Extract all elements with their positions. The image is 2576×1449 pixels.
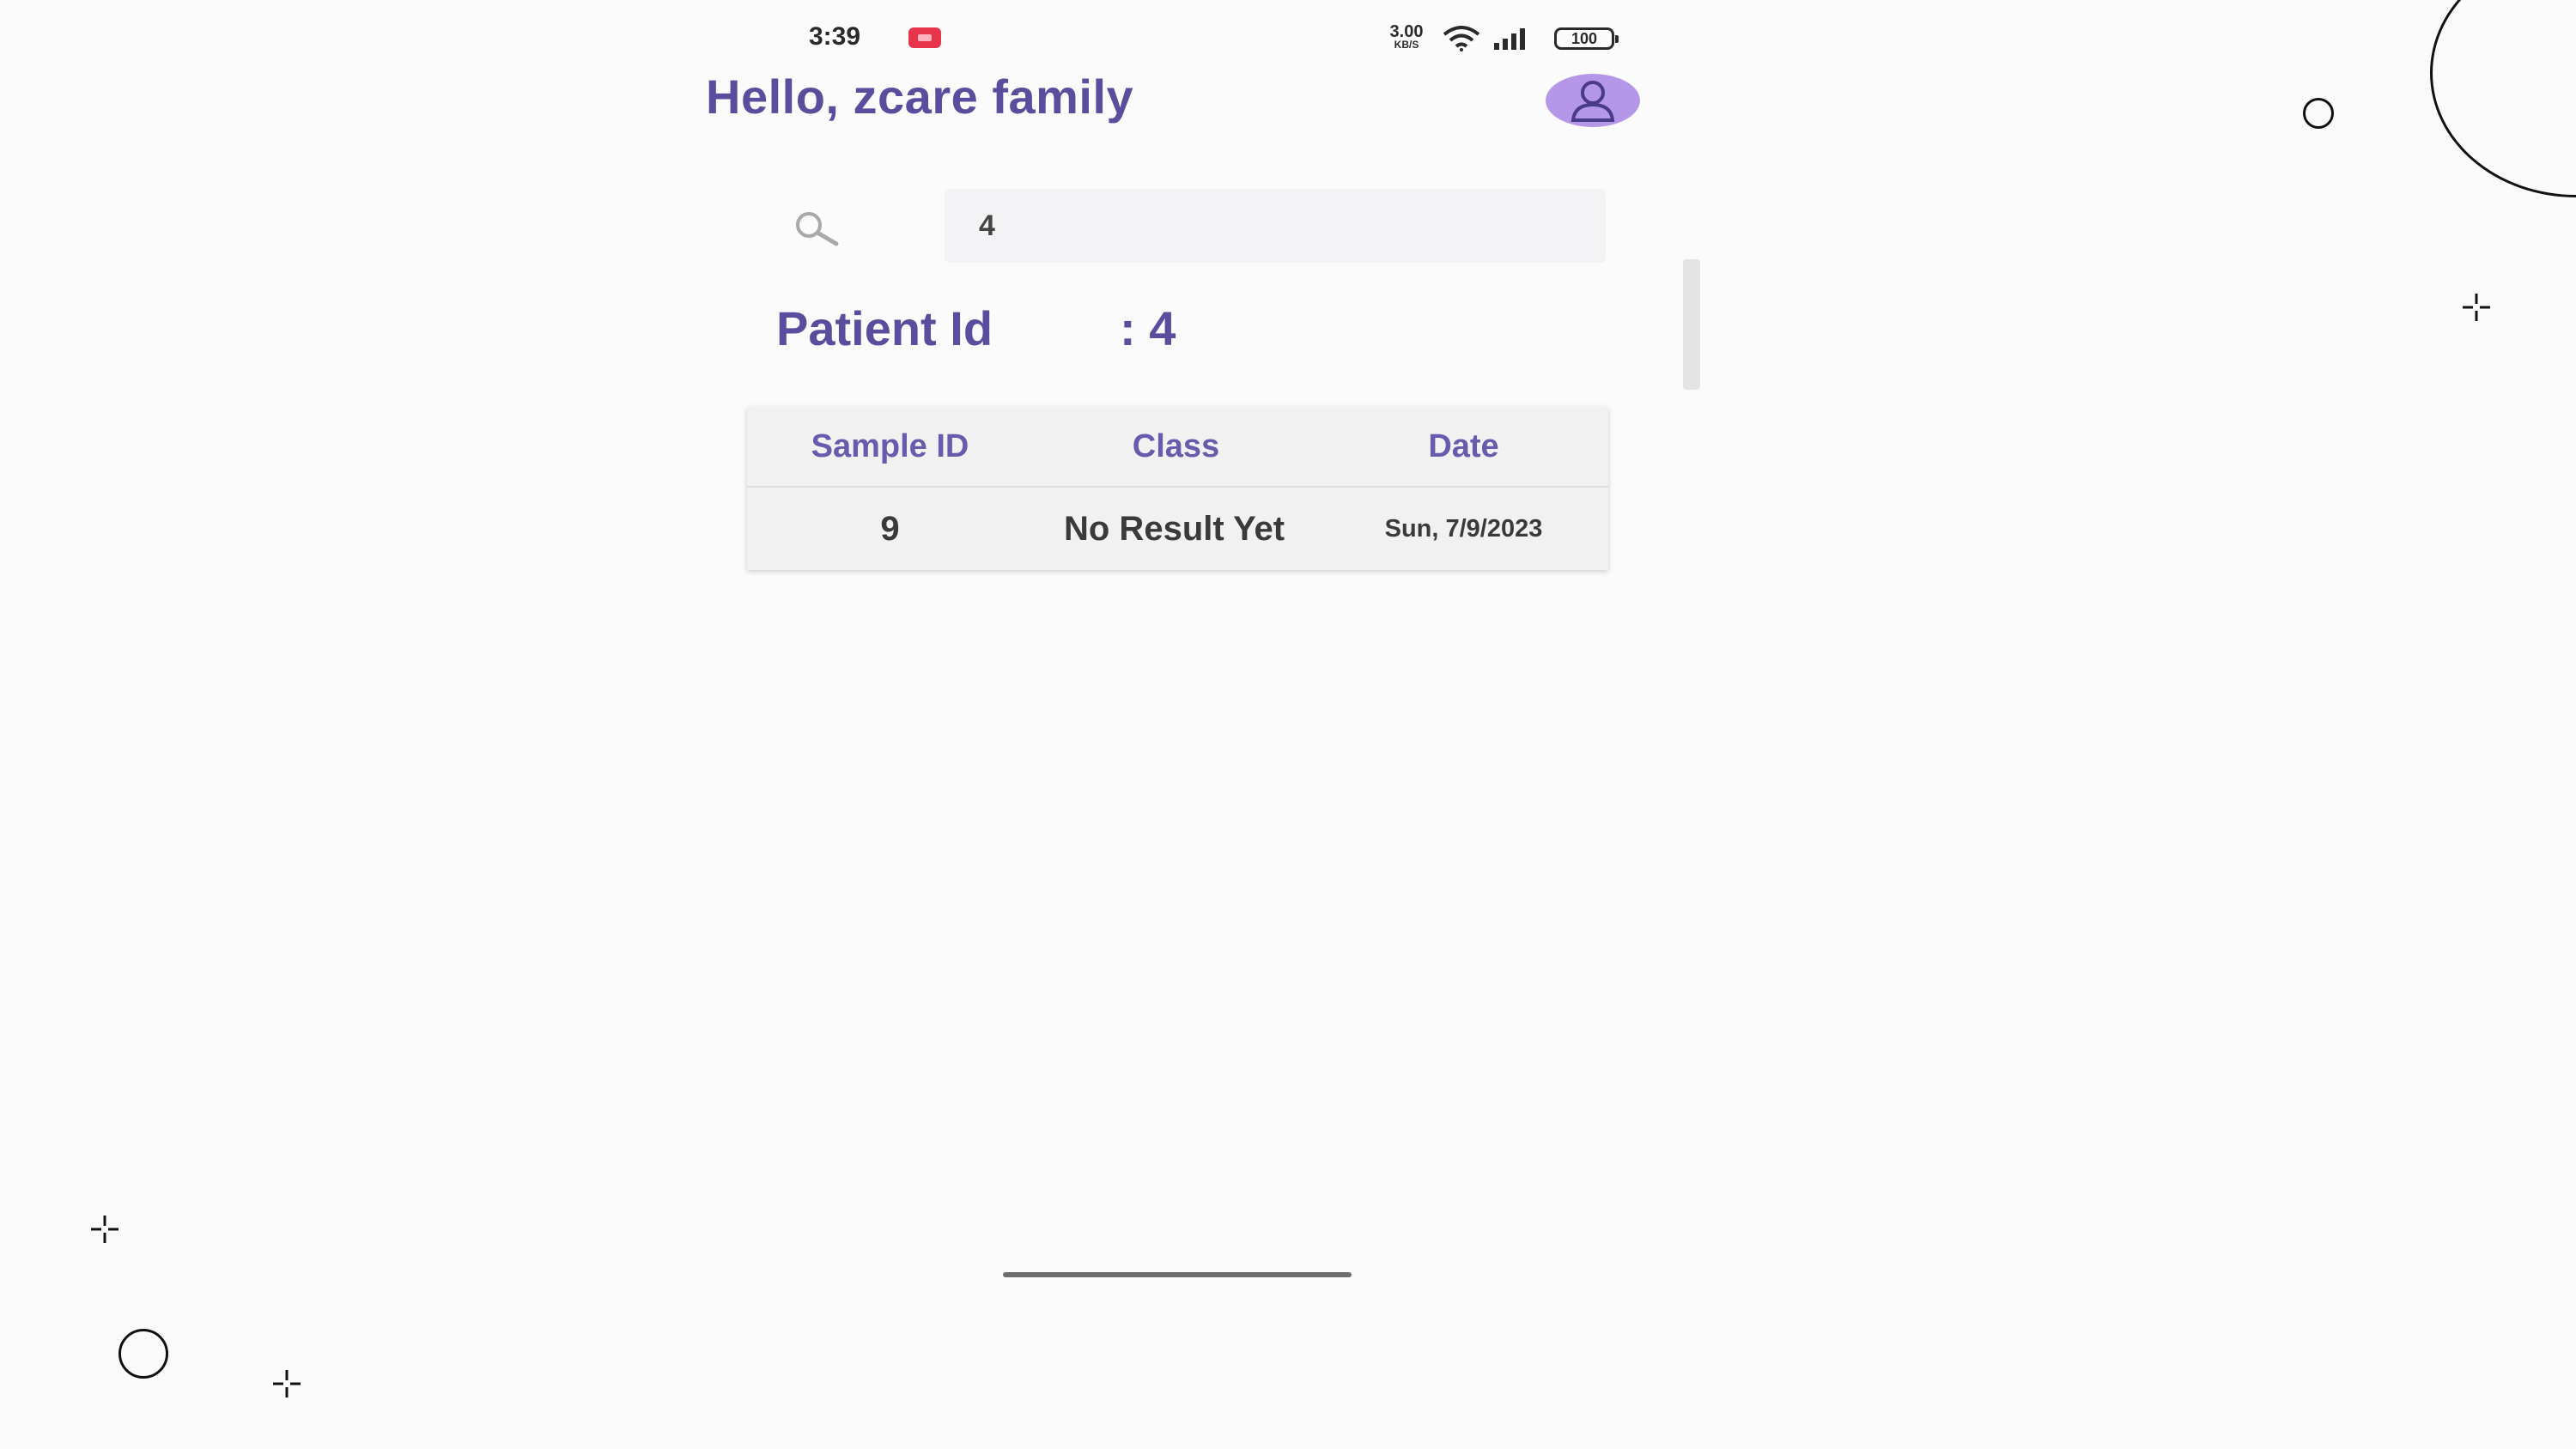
home-indicator-bar[interactable]	[1003, 1272, 1352, 1277]
patient-id-separator: :	[1120, 301, 1136, 355]
cell-class: No Result Yet	[1064, 510, 1285, 548]
app-notification-icon	[908, 27, 941, 48]
profile-avatar-button[interactable]	[1546, 74, 1640, 127]
status-bar: 3:39 3.00 KB/S 100	[653, 0, 1683, 77]
decorative-circle	[2303, 98, 2334, 129]
decorative-arc	[2430, 0, 2576, 197]
results-table: Sample ID Class Date 9 No Result Yet Sun…	[747, 407, 1608, 570]
patient-id-label: Patient Id	[776, 301, 993, 355]
network-speed: 3.00 KB/S	[1381, 23, 1432, 51]
user-avatar-icon	[1571, 81, 1615, 122]
column-header-date[interactable]: Date	[1319, 407, 1608, 486]
status-time: 3:39	[809, 22, 861, 51]
signal-bars-icon	[1494, 28, 1525, 50]
decorative-sparkle-icon	[273, 1370, 301, 1397]
patient-id-value: 4	[1149, 301, 1176, 355]
decorative-sparkle-icon	[2463, 294, 2490, 321]
cell-date: Sun, 7/9/2023	[1384, 514, 1543, 543]
table-row[interactable]: 9 No Result Yet Sun, 7/9/2023	[747, 488, 1608, 570]
phone-screen: 3:39 3.00 KB/S 100 Hello, zcare family 4…	[653, 0, 1700, 1296]
battery-indicator: 100	[1554, 27, 1619, 50]
table-header: Sample ID Class Date	[747, 407, 1608, 488]
patient-id-line: Patient Id: 4	[776, 300, 1176, 356]
column-header-sample-id[interactable]: Sample ID	[747, 407, 1033, 486]
network-speed-unit: KB/S	[1394, 39, 1419, 51]
screen-stage: 3:39 3.00 KB/S 100 Hello, zcare family 4…	[0, 0, 2576, 1449]
wifi-icon	[1443, 26, 1480, 52]
cell-sample-id: 9	[880, 509, 900, 548]
decorative-circle	[118, 1329, 168, 1379]
greeting-title: Hello, zcare family	[706, 70, 1134, 124]
search-icon[interactable]	[788, 209, 843, 247]
column-header-class[interactable]: Class	[1033, 407, 1319, 486]
search-input[interactable]	[945, 189, 1606, 263]
scrollbar-thumb[interactable]	[1683, 259, 1700, 390]
cell-class-wrapper: No Result Yet	[1033, 488, 1319, 570]
decorative-sparkle-icon	[91, 1216, 118, 1243]
